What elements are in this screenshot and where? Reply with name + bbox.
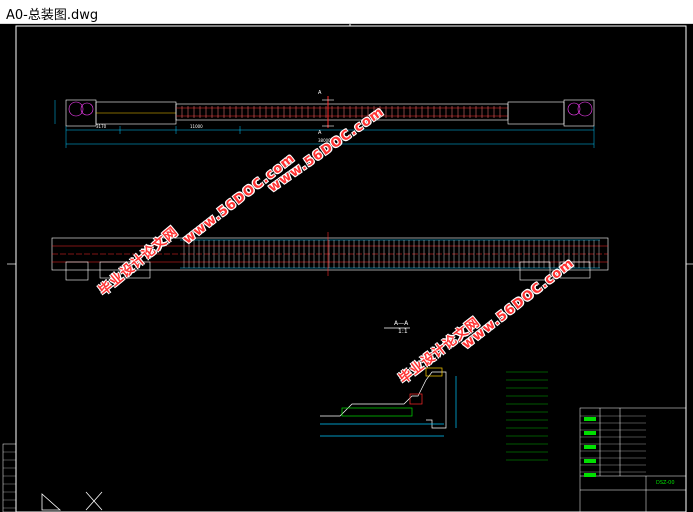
title-block-code: DSZ-00 <box>656 480 675 486</box>
window-title-bar: A0-总装图.dwg <box>0 0 693 24</box>
window-title: A0-总装图.dwg <box>6 8 99 23</box>
section-title: A—A <box>394 320 409 327</box>
parameter-table <box>506 371 548 461</box>
cad-drawing-canvas[interactable]: 3170 11000 38000 A A DSZ-00 A—A 1:1 www.… <box>0 24 693 512</box>
section-mark-top: A <box>318 90 322 96</box>
dim-plain-1: 11000 <box>190 124 203 129</box>
front-view <box>65 96 595 128</box>
title-block-fills <box>584 417 596 477</box>
ucs-icon <box>41 491 103 511</box>
section-mark-bottom: A <box>318 130 322 136</box>
section-scale: 1:1 <box>398 328 408 335</box>
dim-left: 3170 <box>96 124 107 129</box>
cad-drawing-svg: 3170 11000 38000 A A DSZ-00 <box>2 24 693 512</box>
left-margin-table <box>2 443 17 512</box>
